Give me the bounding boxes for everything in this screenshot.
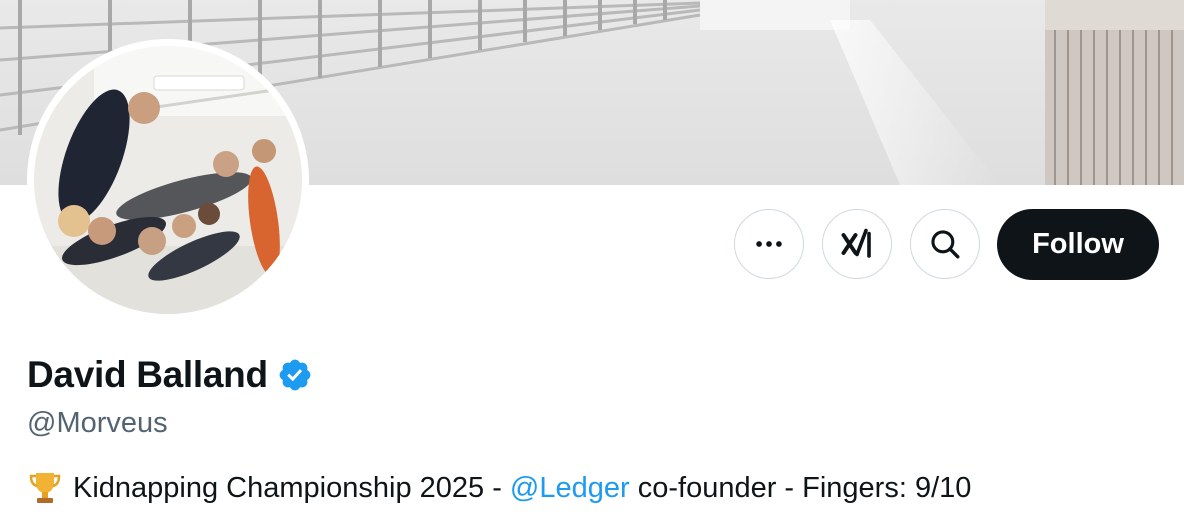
more-dots-icon bbox=[756, 241, 782, 247]
profile-bio: Kidnapping Championship 2025 - @Ledger c… bbox=[27, 470, 971, 506]
avatar-image bbox=[34, 46, 302, 314]
search-profile-button[interactable] bbox=[910, 209, 980, 279]
profile-avatar[interactable] bbox=[27, 39, 309, 321]
display-name: David Balland bbox=[27, 354, 268, 395]
verified-badge-icon[interactable] bbox=[277, 357, 313, 393]
follow-button[interactable]: Follow bbox=[997, 209, 1159, 280]
grok-button[interactable] bbox=[822, 209, 892, 279]
profile-handle: @Morveus bbox=[27, 407, 168, 439]
name-row: David Balland bbox=[27, 354, 313, 396]
trophy-icon bbox=[29, 473, 61, 503]
xai-grok-icon bbox=[841, 228, 871, 258]
search-icon bbox=[931, 230, 960, 259]
bio-mention-link[interactable]: @Ledger bbox=[510, 472, 630, 505]
more-options-button[interactable] bbox=[734, 209, 804, 279]
bio-text-before: Kidnapping Championship 2025 - bbox=[73, 471, 510, 504]
bio-text-after: co-founder - Fingers: 9/10 bbox=[629, 471, 972, 504]
